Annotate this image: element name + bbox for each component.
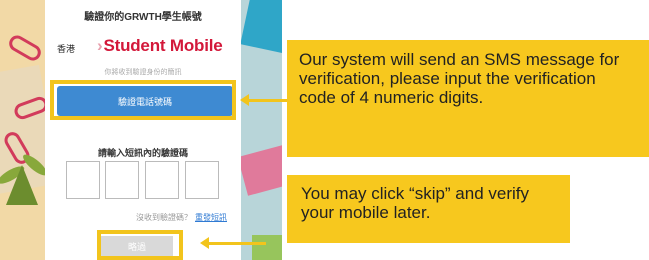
blue-paper-decoration	[240, 0, 282, 55]
skip-button-highlight	[97, 230, 183, 260]
code-digit-input-3[interactable]	[145, 161, 179, 199]
green-paper-decoration	[252, 235, 282, 260]
pink-paper-decoration	[237, 144, 282, 196]
arrow-left-icon	[240, 94, 288, 106]
page-title: 驗證你的GRWTH學生帳號	[84, 12, 202, 23]
code-digit-input-2[interactable]	[105, 161, 139, 199]
plant-decoration	[6, 165, 38, 205]
code-digit-input-4[interactable]	[185, 161, 219, 199]
resend-prompt: 沒收到驗證碼？	[136, 213, 192, 222]
resend-sms-link[interactable]: 重發短訊	[195, 213, 227, 222]
brand-logo: ›Student Mobile	[97, 36, 223, 56]
skip-callout: You may click “skip” and verify your mob…	[287, 175, 570, 243]
resend-row: 沒收到驗證碼？ 重發短訊	[136, 212, 227, 223]
verify-button-highlight	[50, 80, 236, 120]
phone-screen: 驗證你的GRWTH學生帳號 香港 ›Student Mobile 你將收到驗證身…	[45, 0, 241, 260]
brand-name: Student Mobile	[103, 36, 223, 55]
code-label: 請輸入短訊內的驗證碼	[97, 149, 188, 159]
paperclip-decoration	[6, 32, 44, 64]
code-digit-input-1[interactable]	[66, 161, 100, 199]
chevron-right-icon: ›	[97, 36, 103, 55]
arrow-left-icon	[200, 237, 266, 249]
region-label: 香港	[57, 44, 76, 54]
sms-verification-callout: Our system will send an SMS message for …	[287, 40, 649, 157]
sms-hint-text: 你將收到驗證身份的簡訊	[104, 68, 182, 76]
